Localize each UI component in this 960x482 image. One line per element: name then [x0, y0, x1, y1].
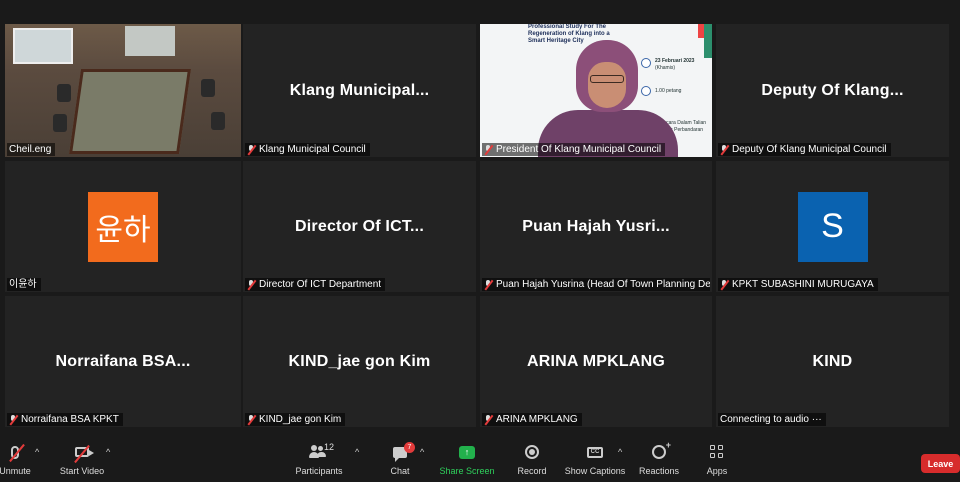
participant-name-label: Puan Hajah Yusrina (Head Of Town Plannin…: [482, 278, 710, 291]
video-tile-kind-jae-gon-kim[interactable]: KIND_jae gon Kim KIND_jae gon Kim: [243, 296, 476, 427]
captions-icon: CC: [587, 446, 603, 458]
participant-name-label: Deputy Of Klang Municipal Council: [718, 143, 891, 156]
participant-name-label: ARINA MPKLANG: [482, 413, 582, 426]
video-tile-president[interactable]: Professional Study For The Regeneration …: [480, 24, 712, 157]
slide-date: 23 Februari 2023: [655, 58, 695, 64]
muted-mic-icon: [484, 279, 494, 290]
participant-display-name: KIND_jae gon Kim: [288, 352, 431, 370]
apps-button[interactable]: Apps: [706, 442, 728, 480]
participant-name-label: Director Of ICT Department: [245, 278, 386, 291]
video-tile-subashini[interactable]: S KPKT SUBASHINI MURUGAYA: [716, 161, 949, 292]
video-tile-puan-hajah[interactable]: Puan Hajah Yusri... Puan Hajah Yusrina (…: [480, 161, 712, 292]
audio-options-caret[interactable]: ^: [35, 447, 39, 457]
video-tile-kind[interactable]: KIND Connecting to audio ···: [716, 296, 949, 427]
record-icon: [525, 445, 539, 459]
captions-options-caret[interactable]: ^: [618, 447, 622, 457]
participant-display-name: Puan Hajah Yusri...: [522, 217, 670, 235]
avatar: S: [797, 191, 868, 262]
video-tile-cheil-eng[interactable]: Cheil.eng: [5, 24, 241, 157]
chat-unread-badge: 7: [404, 441, 415, 453]
video-tile-director-ict[interactable]: Director Of ICT... Director Of ICT Depar…: [243, 161, 476, 292]
record-button[interactable]: Record: [518, 442, 547, 480]
apps-icon: [710, 445, 724, 459]
participant-name-label: Norraifana BSA KPKT: [7, 413, 123, 426]
participants-count: 12: [324, 442, 335, 452]
reactions-button[interactable]: Reactions: [639, 440, 679, 480]
video-gallery: Cheil.eng Klang Municipal... Klang Munic…: [0, 0, 960, 436]
video-tile-klang-municipal[interactable]: Klang Municipal... Klang Municipal Counc…: [243, 24, 476, 157]
muted-mic-icon: [11, 445, 19, 459]
video-tile-arina[interactable]: ARINA MPKLANG ARINA MPKLANG: [480, 296, 712, 427]
muted-mic-icon: [247, 414, 257, 425]
share-screen-button[interactable]: ↑ Share Screen: [439, 442, 495, 480]
conference-room-video: [5, 24, 241, 157]
chat-icon: 7: [393, 441, 415, 462]
participant-name-label: KPKT SUBASHINI MURUGAYA: [718, 278, 878, 291]
participant-name-label: President Of Klang Municipal Council: [482, 143, 666, 156]
unmute-button[interactable]: Unmute: [0, 442, 32, 480]
video-tile-deputy[interactable]: Deputy Of Klang... Deputy Of Klang Munic…: [716, 24, 949, 157]
participant-display-name: ARINA MPKLANG: [527, 352, 665, 370]
participant-display-name: KIND: [812, 352, 853, 370]
video-tile-yunha[interactable]: 윤하 이윤하: [5, 161, 241, 292]
leave-button[interactable]: Leave: [921, 454, 960, 473]
muted-mic-icon: [484, 414, 494, 425]
video-options-caret[interactable]: ^: [106, 447, 110, 457]
muted-mic-icon: [247, 279, 257, 290]
slide-date-sub: (Khamis): [655, 65, 676, 71]
participant-display-name: Klang Municipal...: [289, 81, 430, 99]
show-captions-button[interactable]: CC Show Captions: [565, 442, 625, 480]
muted-mic-icon: [720, 279, 730, 290]
slide-time: 1.00 petang: [655, 88, 682, 94]
participant-name-label: Cheil.eng: [7, 143, 56, 156]
video-off-icon: [75, 447, 94, 457]
meeting-toolbar: Unmute ^ Start Video ^ 12 Participants ^…: [0, 436, 960, 482]
participants-button[interactable]: 12 Participants: [295, 442, 342, 480]
share-screen-icon: ↑: [459, 445, 475, 459]
avatar: 윤하: [88, 191, 158, 262]
muted-mic-icon: [720, 144, 730, 155]
participant-display-name: Norraifana BSA...: [55, 352, 191, 370]
muted-mic-icon: [484, 144, 494, 155]
chat-button[interactable]: 7 Chat: [390, 441, 415, 480]
participant-name-label: Connecting to audio ···: [718, 413, 826, 426]
start-video-button[interactable]: Start Video: [60, 442, 104, 480]
participant-display-name: Deputy Of Klang...: [761, 81, 904, 99]
reactions-icon: [652, 440, 671, 459]
participant-name-label: KIND_jae gon Kim: [245, 413, 346, 426]
participant-name-label: Klang Municipal Council: [245, 143, 370, 156]
participant-name-label: 이윤하: [7, 278, 41, 291]
participant-display-name: Director Of ICT...: [295, 217, 424, 235]
participants-options-caret[interactable]: ^: [355, 447, 359, 457]
muted-mic-icon: [247, 144, 257, 155]
presenter-video: Professional Study For The Regeneration …: [480, 24, 712, 157]
chat-options-caret[interactable]: ^: [420, 447, 424, 457]
muted-mic-icon: [9, 414, 19, 425]
video-tile-norraifana[interactable]: Norraifana BSA... Norraifana BSA KPKT: [5, 296, 241, 427]
